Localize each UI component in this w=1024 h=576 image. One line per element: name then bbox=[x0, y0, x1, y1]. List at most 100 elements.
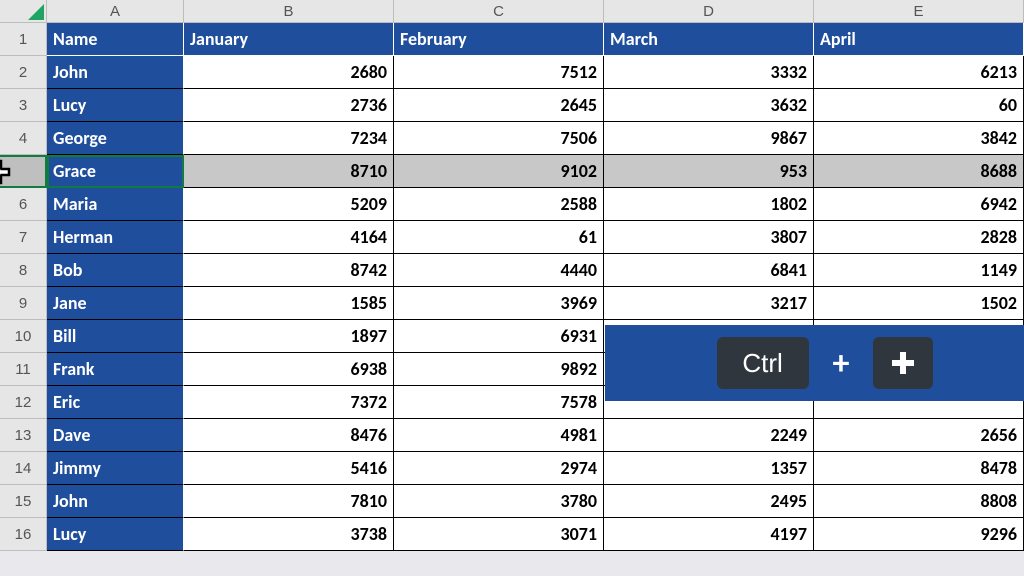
value-cell[interactable]: 1149 bbox=[814, 254, 1024, 287]
name-cell[interactable]: Jimmy bbox=[47, 452, 184, 485]
value-cell[interactable]: 7506 bbox=[394, 122, 604, 155]
name-cell[interactable]: Maria bbox=[47, 188, 184, 221]
column-header-D[interactable]: D bbox=[604, 0, 814, 23]
value-cell[interactable]: 5416 bbox=[184, 452, 394, 485]
value-cell[interactable]: 7512 bbox=[394, 56, 604, 89]
row-header[interactable]: 14 bbox=[0, 452, 47, 485]
value-cell[interactable]: 3807 bbox=[604, 221, 814, 254]
row-header[interactable]: 3 bbox=[0, 89, 47, 122]
value-cell[interactable]: 5209 bbox=[184, 188, 394, 221]
row-header[interactable] bbox=[0, 155, 47, 188]
name-cell[interactable]: Dave bbox=[47, 419, 184, 452]
value-cell[interactable]: 6841 bbox=[604, 254, 814, 287]
value-cell[interactable]: 7810 bbox=[184, 485, 394, 518]
header-march[interactable]: March bbox=[604, 23, 814, 56]
header-april[interactable]: April bbox=[814, 23, 1024, 56]
value-cell[interactable]: 7578 bbox=[394, 386, 604, 419]
row-header[interactable]: 10 bbox=[0, 320, 47, 353]
row-header[interactable]: 11 bbox=[0, 353, 47, 386]
value-cell[interactable]: 6213 bbox=[814, 56, 1024, 89]
value-cell[interactable]: 2828 bbox=[814, 221, 1024, 254]
value-cell[interactable]: 3217 bbox=[604, 287, 814, 320]
data-row: Grace871091029538688 bbox=[0, 155, 1024, 188]
value-cell[interactable]: 8688 bbox=[814, 155, 1024, 188]
value-cell[interactable]: 4164 bbox=[184, 221, 394, 254]
name-cell[interactable]: Lucy bbox=[47, 518, 184, 551]
value-cell[interactable]: 8710 bbox=[184, 155, 394, 188]
value-cell[interactable]: 9892 bbox=[394, 353, 604, 386]
value-cell[interactable]: 9102 bbox=[394, 155, 604, 188]
value-cell[interactable]: 2656 bbox=[814, 419, 1024, 452]
row-header[interactable]: 4 bbox=[0, 122, 47, 155]
column-header-B[interactable]: B bbox=[184, 0, 394, 23]
select-all-icon bbox=[28, 4, 44, 20]
name-cell[interactable]: Bill bbox=[47, 320, 184, 353]
name-cell[interactable]: Lucy bbox=[47, 89, 184, 122]
value-cell[interactable]: 8476 bbox=[184, 419, 394, 452]
value-cell[interactable]: 6938 bbox=[184, 353, 394, 386]
value-cell[interactable]: 3632 bbox=[604, 89, 814, 122]
name-cell[interactable]: John bbox=[47, 485, 184, 518]
value-cell[interactable]: 6942 bbox=[814, 188, 1024, 221]
row-header[interactable]: 8 bbox=[0, 254, 47, 287]
name-cell[interactable]: Herman bbox=[47, 221, 184, 254]
row-header-1[interactable]: 1 bbox=[0, 23, 47, 56]
value-cell[interactable]: 3738 bbox=[184, 518, 394, 551]
value-cell[interactable]: 8808 bbox=[814, 485, 1024, 518]
value-cell[interactable]: 3969 bbox=[394, 287, 604, 320]
data-row: 16Lucy3738307141979296 bbox=[0, 518, 1024, 551]
value-cell[interactable]: 3780 bbox=[394, 485, 604, 518]
value-cell[interactable]: 6931 bbox=[394, 320, 604, 353]
value-cell[interactable]: 4197 bbox=[604, 518, 814, 551]
value-cell[interactable]: 60 bbox=[814, 89, 1024, 122]
row-header[interactable]: 13 bbox=[0, 419, 47, 452]
value-cell[interactable]: 9296 bbox=[814, 518, 1024, 551]
value-cell[interactable]: 2645 bbox=[394, 89, 604, 122]
spreadsheet-grid[interactable]: A B C D E 1 Name January February March … bbox=[0, 0, 1024, 551]
value-cell[interactable]: 3332 bbox=[604, 56, 814, 89]
value-cell[interactable]: 953 bbox=[604, 155, 814, 188]
name-cell[interactable]: Frank bbox=[47, 353, 184, 386]
row-header[interactable]: 12 bbox=[0, 386, 47, 419]
value-cell[interactable]: 2974 bbox=[394, 452, 604, 485]
value-cell[interactable]: 2495 bbox=[604, 485, 814, 518]
value-cell[interactable]: 1802 bbox=[604, 188, 814, 221]
row-header[interactable]: 7 bbox=[0, 221, 47, 254]
header-name[interactable]: Name bbox=[47, 23, 184, 56]
value-cell[interactable]: 2249 bbox=[604, 419, 814, 452]
header-january[interactable]: January bbox=[184, 23, 394, 56]
value-cell[interactable]: 1502 bbox=[814, 287, 1024, 320]
select-all-corner[interactable] bbox=[0, 0, 47, 23]
column-header-C[interactable]: C bbox=[394, 0, 604, 23]
name-cell[interactable]: Jane bbox=[47, 287, 184, 320]
value-cell[interactable]: 61 bbox=[394, 221, 604, 254]
row-header[interactable]: 6 bbox=[0, 188, 47, 221]
value-cell[interactable]: 3842 bbox=[814, 122, 1024, 155]
name-cell[interactable]: Eric bbox=[47, 386, 184, 419]
column-header-E[interactable]: E bbox=[814, 0, 1024, 23]
value-cell[interactable]: 2680 bbox=[184, 56, 394, 89]
row-header[interactable]: 2 bbox=[0, 56, 47, 89]
value-cell[interactable]: 4981 bbox=[394, 419, 604, 452]
value-cell[interactable]: 3071 bbox=[394, 518, 604, 551]
name-cell[interactable]: George bbox=[47, 122, 184, 155]
value-cell[interactable]: 8742 bbox=[184, 254, 394, 287]
value-cell[interactable]: 2588 bbox=[394, 188, 604, 221]
name-cell[interactable]: Grace bbox=[47, 155, 184, 188]
value-cell[interactable]: 7234 bbox=[184, 122, 394, 155]
value-cell[interactable]: 8478 bbox=[814, 452, 1024, 485]
column-header-A[interactable]: A bbox=[47, 0, 184, 23]
row-header[interactable]: 9 bbox=[0, 287, 47, 320]
value-cell[interactable]: 2736 bbox=[184, 89, 394, 122]
name-cell[interactable]: John bbox=[47, 56, 184, 89]
value-cell[interactable]: 4440 bbox=[394, 254, 604, 287]
name-cell[interactable]: Bob bbox=[47, 254, 184, 287]
row-header[interactable]: 16 bbox=[0, 518, 47, 551]
header-february[interactable]: February bbox=[394, 23, 604, 56]
value-cell[interactable]: 7372 bbox=[184, 386, 394, 419]
row-header[interactable]: 15 bbox=[0, 485, 47, 518]
value-cell[interactable]: 1897 bbox=[184, 320, 394, 353]
value-cell[interactable]: 1357 bbox=[604, 452, 814, 485]
value-cell[interactable]: 9867 bbox=[604, 122, 814, 155]
value-cell[interactable]: 1585 bbox=[184, 287, 394, 320]
